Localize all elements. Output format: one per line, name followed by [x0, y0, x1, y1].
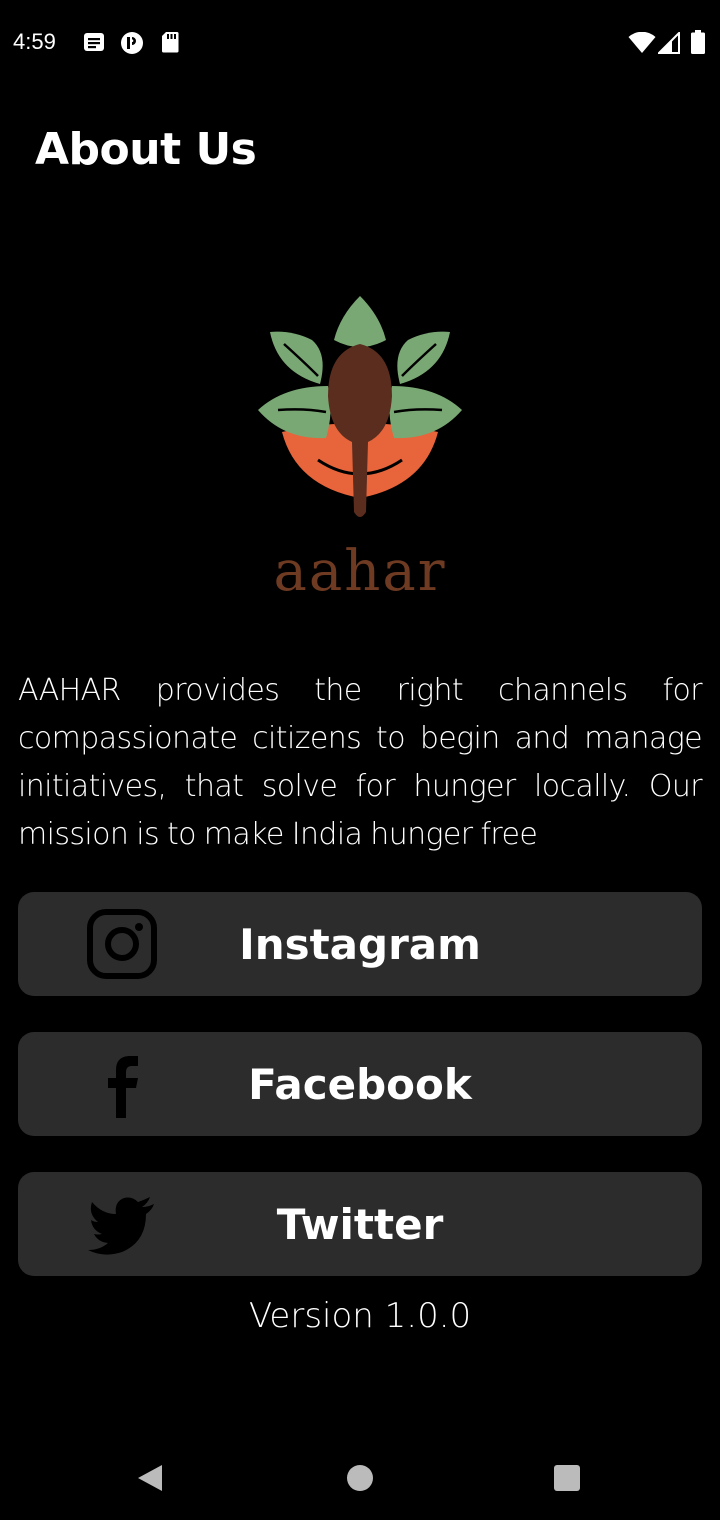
cell-signal-icon	[658, 32, 680, 54]
twitter-button[interactable]: Twitter	[18, 1172, 702, 1276]
notes-icon	[84, 33, 104, 51]
page-title: About Us	[35, 124, 257, 175]
nav-back-button[interactable]	[110, 1440, 190, 1516]
home-icon	[347, 1465, 373, 1491]
podcast-icon	[121, 32, 143, 54]
battery-icon	[691, 30, 705, 54]
nav-recents-button[interactable]	[527, 1440, 607, 1516]
recents-icon	[554, 1465, 580, 1491]
about-description: AAHAR provides the right channels for co…	[18, 673, 703, 852]
status-bar: 4:59	[0, 0, 720, 86]
app-version: Version 1.0.0	[248, 1296, 472, 1336]
twitter-label: Twitter	[276, 1199, 444, 1249]
back-icon	[138, 1465, 162, 1491]
instagram-label: Instagram	[239, 919, 481, 969]
wifi-icon	[628, 32, 656, 53]
aahar-logo: aahar	[258, 296, 462, 602]
facebook-button[interactable]: Facebook	[18, 1032, 702, 1136]
instagram-button[interactable]: Instagram	[18, 892, 702, 996]
logo-wordmark: aahar	[274, 539, 447, 602]
navigation-bar	[0, 1440, 720, 1520]
sd-card-icon	[162, 32, 179, 53]
nav-home-button[interactable]	[320, 1440, 400, 1516]
status-time: 4:59	[13, 29, 56, 54]
facebook-label: Facebook	[248, 1059, 472, 1109]
